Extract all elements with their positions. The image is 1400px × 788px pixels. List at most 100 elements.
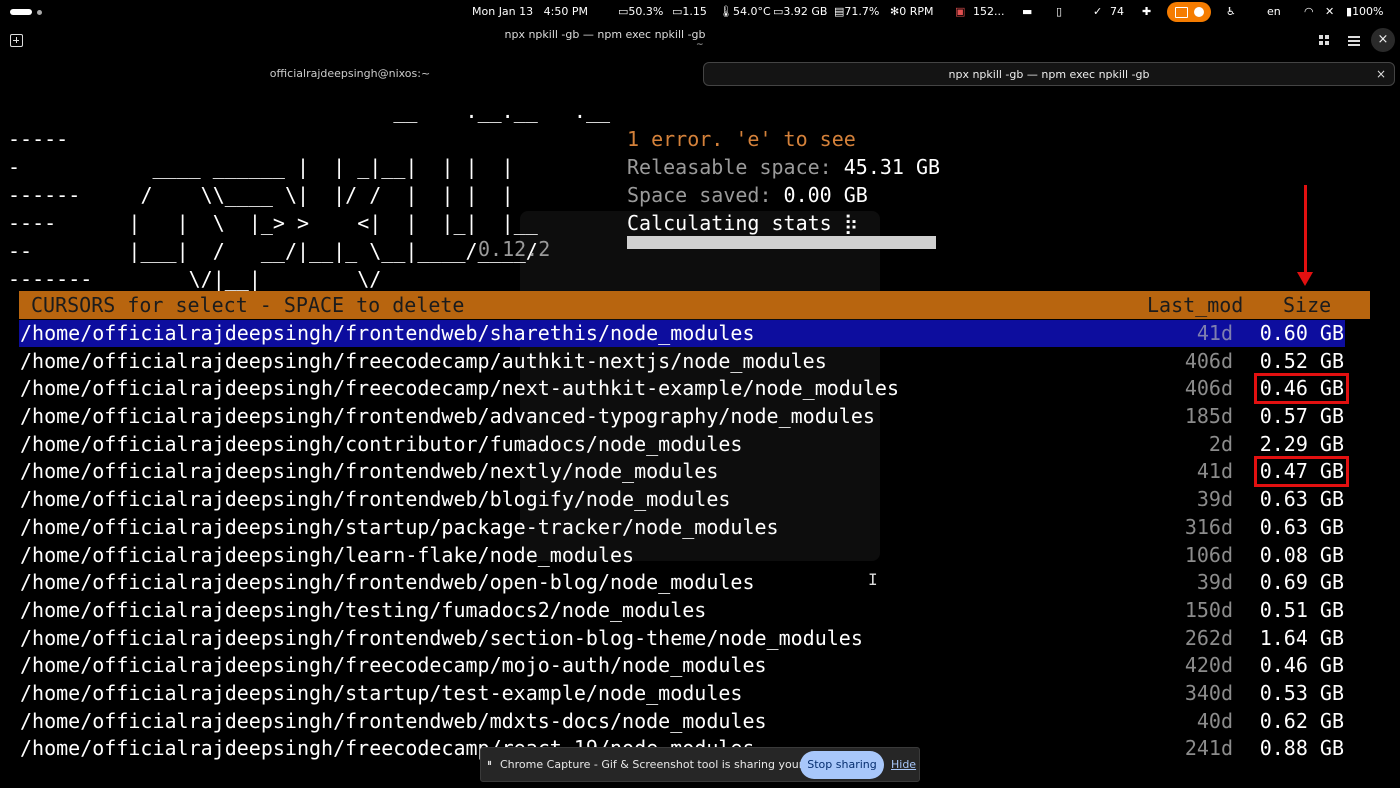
fan-stat: ✻0 RPM (890, 5, 934, 18)
result-row[interactable]: /home/officialrajdeepsingh/frontendweb/n… (0, 456, 1400, 488)
mem-stat: ▭3.92 GB (773, 5, 828, 18)
results-list: /home/officialrajdeepsingh/frontendweb/s… (0, 319, 1400, 762)
npkill-ascii-logo: __ .__.__ .__ ----- - ____ ______ | | _|… (8, 99, 611, 291)
row-last-mod: 39d (1196, 570, 1233, 595)
row-path: /home/officialrajdeepsingh/startup/packa… (20, 514, 779, 539)
stats-panel: 1 error. 'e' to see Releasable space: 45… (627, 125, 940, 237)
hide-link[interactable]: Hide (891, 758, 916, 771)
row-last-mod: 40d (1196, 708, 1233, 733)
update-count[interactable]: 74 (1110, 5, 1124, 19)
row-last-mod: 340d (1184, 680, 1233, 705)
row-path: /home/officialrajdeepsingh/frontendweb/m… (20, 708, 767, 733)
result-row[interactable]: /home/officialrajdeepsingh/startup/packa… (0, 513, 1400, 541)
releasable-value: 45.31 GB (843, 155, 941, 179)
row-path: /home/officialrajdeepsingh/frontendweb/n… (20, 459, 719, 484)
row-last-mod: 406d (1184, 348, 1233, 373)
row-last-mod: 41d (1196, 459, 1233, 484)
cpu-stat: ▭1.15 (672, 5, 707, 18)
workspace-dot[interactable] (37, 10, 42, 15)
tab-close-icon[interactable]: × (1374, 67, 1388, 81)
result-row[interactable]: /home/officialrajdeepsingh/freecodecamp/… (0, 651, 1400, 679)
row-path: /home/officialrajdeepsingh/frontendweb/o… (20, 570, 755, 595)
spinner-icon: ⡷ (843, 211, 859, 235)
row-path: /home/officialrajdeepsingh/freecodecamp/… (20, 376, 899, 401)
row-size: 0.63 GB (1259, 514, 1344, 539)
mem-pct-stat: ▤71.7% (834, 5, 880, 18)
result-row[interactable]: /home/officialrajdeepsingh/frontendweb/s… (0, 624, 1400, 652)
row-size: 0.51 GB (1259, 597, 1344, 622)
row-size: 1.64 GB (1259, 625, 1344, 650)
pause-icon: ⏸ (487, 758, 492, 769)
text-cursor-icon: I (868, 570, 878, 589)
window-close-button[interactable]: × (1371, 28, 1395, 52)
tab-label: officialrajdeepsingh@nixos:~ (269, 67, 431, 80)
result-row[interactable]: /home/officialrajdeepsingh/startup/test-… (0, 679, 1400, 707)
battery-stat: ▭50.3% (618, 5, 664, 18)
battery-icon[interactable]: ▮100% (1346, 5, 1384, 19)
row-size: 0.52 GB (1259, 348, 1344, 373)
result-row-selected[interactable]: /home/officialrajdeepsingh/frontendweb/s… (0, 319, 1400, 347)
stop-sharing-button[interactable]: Stop sharing (800, 751, 884, 779)
result-row[interactable]: /home/officialrajdeepsingh/frontendweb/m… (0, 707, 1400, 735)
system-top-bar: Mon Jan 13 4:50 PM ▭50.3% ▭1.15 🌡︎54.0°C… (0, 0, 1400, 24)
row-last-mod: 41d (1196, 321, 1233, 345)
row-last-mod: 406d (1184, 376, 1233, 401)
row-size: 0.57 GB (1259, 404, 1344, 429)
lock-icon: ▣ (955, 5, 966, 18)
tab-overview-icon[interactable] (1319, 35, 1330, 46)
row-last-mod: 262d (1184, 625, 1233, 650)
clock[interactable]: Mon Jan 13 4:50 PM (472, 5, 588, 19)
error-line[interactable]: 1 error. 'e' to see (627, 127, 856, 151)
accessibility-icon[interactable]: ♿︎ (1226, 5, 1236, 19)
releasable-label: Releasable space: (627, 155, 844, 179)
share-message: Chrome Capture - Gif & Screenshot tool i… (500, 758, 847, 771)
activities-indicator[interactable] (10, 9, 32, 15)
annotation-arrow-head (1297, 272, 1313, 286)
row-path: /home/officialrajdeepsingh/frontendweb/s… (20, 321, 755, 345)
row-size: 0.63 GB (1259, 487, 1344, 512)
row-size: 0.53 GB (1259, 680, 1344, 705)
wifi-icon[interactable]: ◠ (1304, 5, 1314, 19)
header-hint: CURSORS for select - SPACE to delete (31, 293, 465, 317)
row-last-mod: 39d (1196, 487, 1233, 512)
annotation-arrow-shaft (1304, 185, 1307, 277)
row-last-mod: 185d (1184, 404, 1233, 429)
temp-stat: 🌡︎54.0°C (719, 5, 771, 18)
header-last-mod[interactable]: Last_mod (1147, 291, 1243, 319)
row-size: 2.29 GB (1259, 431, 1344, 456)
row-path: /home/officialrajdeepsingh/frontendweb/a… (20, 404, 875, 429)
check-icon[interactable]: ✓ (1093, 5, 1102, 19)
hamburger-menu-icon[interactable] (1348, 36, 1360, 46)
result-row[interactable]: /home/officialrajdeepsingh/frontendweb/b… (0, 485, 1400, 513)
result-row[interactable]: /home/officialrajdeepsingh/learn-flake/n… (0, 541, 1400, 569)
result-row[interactable]: /home/officialrajdeepsingh/frontendweb/a… (0, 402, 1400, 430)
calculating-label: Calculating stats (627, 211, 844, 235)
tab-label: npx npkill -gb — npm exec npkill -gb (948, 68, 1150, 81)
volume-muted-icon[interactable]: ✕ (1325, 5, 1334, 19)
keyboard-language[interactable]: en (1267, 5, 1281, 19)
tab-npkill[interactable]: npx npkill -gb — npm exec npkill -gb × (703, 62, 1395, 86)
row-path: /home/officialrajdeepsingh/frontendweb/b… (20, 487, 731, 512)
result-row[interactable]: /home/officialrajdeepsingh/contributor/f… (0, 430, 1400, 458)
clipboard-icon[interactable]: ▯ (1056, 5, 1062, 19)
tab-bar: officialrajdeepsingh@nixos:~ npx npkill … (0, 60, 1400, 89)
row-size: 0.62 GB (1259, 708, 1344, 733)
tab-shell[interactable]: officialrajdeepsingh@nixos:~ (0, 62, 700, 86)
row-last-mod: 241d (1184, 736, 1233, 761)
version-label: 0.12.2 (478, 237, 551, 261)
result-row[interactable]: /home/officialrajdeepsingh/frontendweb/o… (0, 568, 1400, 596)
screen-cast-icon[interactable] (1167, 2, 1211, 22)
header-size[interactable]: Size (1283, 291, 1331, 319)
terminal-view[interactable]: __ .__.__ .__ ----- - ____ ______ | | _|… (0, 89, 1400, 788)
saved-value: 0.00 GB (783, 183, 868, 207)
row-path: /home/officialrajdeepsingh/contributor/f… (20, 431, 743, 456)
row-size: 0.69 GB (1259, 570, 1344, 595)
extension-icon[interactable]: ✚ (1142, 5, 1151, 19)
result-row[interactable]: /home/officialrajdeepsingh/freecodecamp/… (0, 373, 1400, 405)
row-last-mod: 316d (1184, 514, 1233, 539)
row-size: 0.88 GB (1259, 736, 1344, 761)
row-last-mod: 420d (1184, 653, 1233, 678)
result-row[interactable]: /home/officialrajdeepsingh/testing/fumad… (0, 596, 1400, 624)
result-row[interactable]: /home/officialrajdeepsingh/freecodecamp/… (0, 347, 1400, 375)
results-header: CURSORS for select - SPACE to delete Las… (19, 291, 1370, 319)
